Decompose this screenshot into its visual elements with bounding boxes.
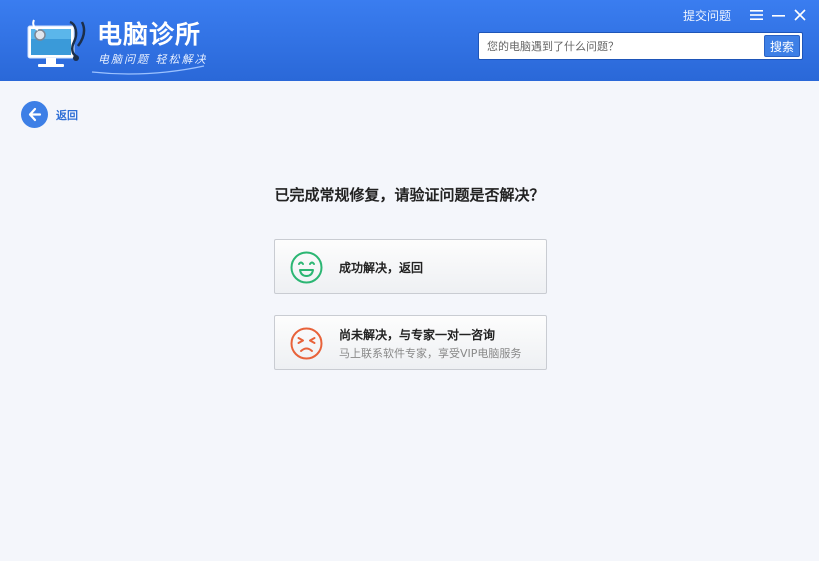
app-title: 电脑诊所 [97,20,202,49]
close-icon [794,9,806,21]
app-header: 电脑诊所 电脑问题 轻松解决 提交问题 搜索 [0,0,819,81]
menu-icon [749,10,763,20]
search-input[interactable] [479,33,762,59]
slogan-swoosh-decoration [91,65,205,75]
consult-option-subtitle: 马上联系软件专家，享受VIP电脑服务 [339,347,522,360]
search-box: 搜索 [478,32,803,60]
sad-icon [290,327,323,360]
consult-option-title: 尚未解决，与专家一对一咨询 [339,328,496,342]
resolved-option-title: 成功解决，返回 [339,261,424,275]
back-arrow-icon [21,101,48,128]
resolved-return-button[interactable]: 成功解决，返回 [274,239,547,294]
search-button[interactable]: 搜索 [764,35,800,57]
minimize-button[interactable] [767,6,789,24]
window-controls: 提交问题 [683,6,811,24]
minimize-icon [771,15,785,17]
close-button[interactable] [789,6,811,24]
menu-button[interactable] [745,6,767,24]
back-button[interactable]: 返回 [21,101,78,128]
consult-expert-button[interactable]: 尚未解决，与专家一对一咨询 马上联系软件专家，享受VIP电脑服务 [274,315,547,370]
back-label: 返回 [56,108,78,122]
computer-stethoscope-icon [27,19,86,67]
smile-icon [290,251,323,284]
verification-question: 已完成常规修复，请验证问题是否解决？ [274,186,545,204]
submit-question-link[interactable]: 提交问题 [683,7,731,24]
